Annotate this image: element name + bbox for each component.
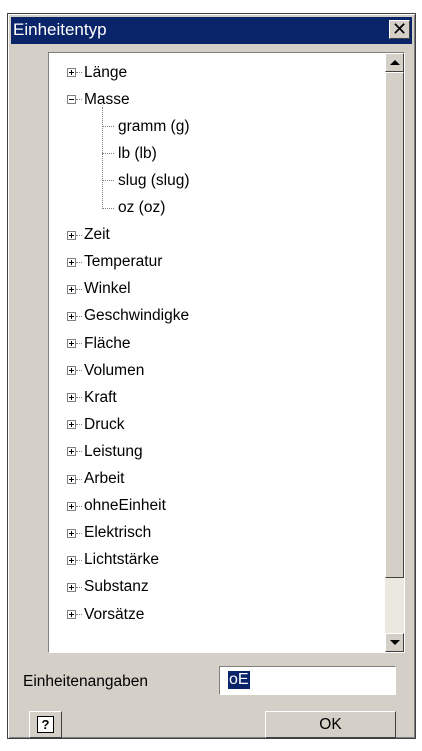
ok-button[interactable]: OK	[265, 711, 396, 738]
tree-child-label: gramm (g)	[118, 117, 190, 135]
scroll-down-button[interactable]	[385, 633, 404, 652]
help-icon: ?	[37, 716, 54, 733]
tree-item[interactable]: Leistung	[67, 438, 143, 465]
tree-item-label: Zeit	[84, 226, 110, 244]
arrow-down-icon	[389, 640, 400, 645]
tree-child-item[interactable]: oz (oz)	[102, 195, 165, 222]
tree-item[interactable]: Druck	[67, 411, 124, 438]
tree-item[interactable]: Winkel	[67, 276, 131, 303]
tree-item[interactable]: Lichtstärke	[67, 547, 159, 574]
tree-item-label: Geschwindigke	[84, 307, 190, 325]
tree-content: Länge Masse gramm (g) lb (lb) slug (slug) oz …	[49, 53, 384, 652]
tree-item[interactable]: Substanz	[67, 574, 149, 601]
tree-child-label: slug (slug)	[118, 171, 190, 189]
expand-icon[interactable]	[67, 284, 76, 294]
expand-icon[interactable]	[67, 366, 76, 376]
tree-child-item[interactable]: gramm (g)	[102, 113, 189, 140]
expand-icon[interactable]	[67, 610, 76, 619]
close-icon: ✕	[391, 18, 408, 40]
expand-icon[interactable]	[67, 68, 76, 77]
window-title: Einheitentyp	[13, 20, 107, 39]
unit-spec-input[interactable]: oE	[219, 666, 396, 695]
tree-item[interactable]: Volumen	[67, 357, 144, 384]
expand-icon[interactable]	[67, 447, 76, 457]
expand-icon[interactable]	[67, 311, 76, 321]
tree-item[interactable]: ohneEinheit	[67, 493, 166, 520]
scrollbar-thumb[interactable]	[385, 72, 404, 578]
expand-icon[interactable]	[67, 528, 76, 538]
expand-icon[interactable]	[67, 257, 76, 267]
tree-item[interactable]: Vorsätze	[67, 601, 144, 628]
collapse-icon[interactable]	[67, 95, 76, 105]
expand-icon[interactable]	[67, 393, 76, 403]
expand-icon[interactable]	[67, 555, 76, 565]
tree-item-label: Leistung	[84, 442, 143, 460]
tree-item[interactable]: Kraft	[67, 384, 117, 411]
tree-item-label: Volumen	[84, 361, 145, 379]
arrow-up-icon	[389, 60, 400, 65]
tree-item[interactable]: Temperatur	[67, 249, 162, 276]
tree-item-label: Vorsätze	[84, 605, 145, 623]
expand-icon[interactable]	[67, 420, 76, 430]
tree-item[interactable]: Elektrisch	[67, 520, 151, 547]
tree-item-label: Lichtstärke	[84, 551, 159, 569]
tree-connector	[102, 107, 103, 208]
tree-item-label: Winkel	[84, 280, 131, 298]
tree-item-label: Fläche	[84, 334, 131, 352]
tree-item-label: Masse	[84, 90, 130, 108]
tree-item[interactable]: Masse	[67, 86, 130, 113]
expand-icon[interactable]	[67, 339, 76, 348]
unit-spec-label: Einheitenangaben	[23, 673, 148, 690]
tree-item-label: Temperatur	[84, 253, 163, 271]
expand-icon[interactable]	[67, 582, 76, 592]
tree-item[interactable]: Fläche	[67, 330, 131, 357]
tree-item-label: Länge	[84, 63, 128, 81]
unit-spec-value: oE	[228, 671, 250, 689]
unit-type-tree[interactable]: Länge Masse gramm (g) lb (lb) slug (slug) oz …	[48, 52, 405, 653]
unit-type-dialog: Einheitentyp ✕ Länge Masse gramm (g) lb (lb…	[7, 13, 416, 739]
tree-item-label: Arbeit	[84, 470, 125, 487]
tree-item-label: ohneEinheit	[84, 497, 166, 515]
tree-item[interactable]: Geschwindigke	[67, 303, 189, 330]
tree-item-label: Elektrisch	[84, 524, 152, 542]
expand-icon[interactable]	[67, 230, 76, 240]
tree-child-item[interactable]: slug (slug)	[102, 167, 190, 194]
tree-child-label: oz (oz)	[118, 199, 166, 216]
vertical-scrollbar[interactable]	[385, 53, 404, 652]
tree-item[interactable]: Zeit	[67, 222, 110, 249]
tree-item[interactable]: Länge	[67, 59, 127, 86]
title-bar[interactable]: Einheitentyp ✕	[11, 17, 412, 44]
tree-item[interactable]: Arbeit	[67, 466, 125, 493]
close-button[interactable]: ✕	[389, 20, 410, 39]
tree-item-label: Druck	[84, 415, 125, 433]
expand-icon[interactable]	[67, 501, 76, 511]
tree-item-label: Substanz	[84, 578, 149, 596]
tree-item-label: Kraft	[84, 388, 117, 406]
tree-child-label: lb (lb)	[118, 144, 157, 162]
scroll-up-button[interactable]	[385, 53, 404, 72]
tree-child-item[interactable]: lb (lb)	[102, 140, 157, 167]
help-button[interactable]: ?	[29, 711, 62, 738]
expand-icon[interactable]	[67, 474, 76, 484]
